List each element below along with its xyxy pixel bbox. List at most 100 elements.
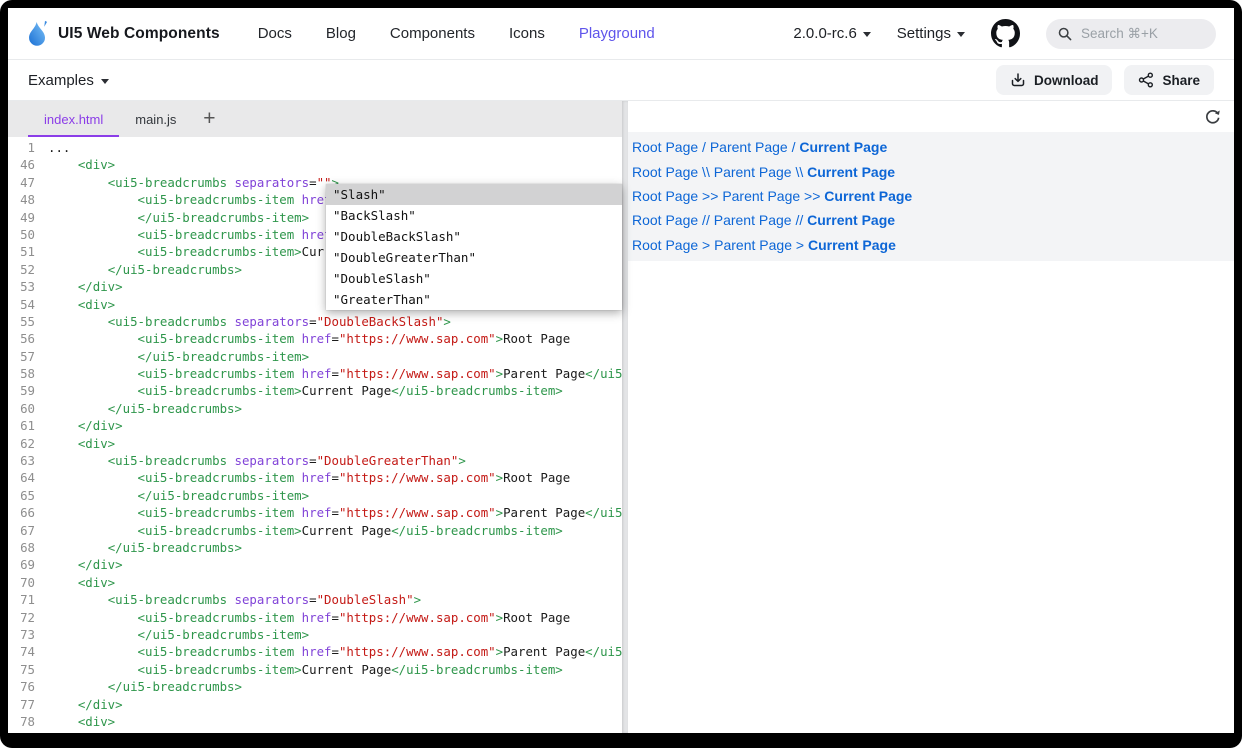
code-line: 58 <ui5-breadcrumbs-item href="https://w… bbox=[8, 365, 622, 382]
code-line: 62 <div> bbox=[8, 435, 622, 452]
breadcrumb-link[interactable]: Parent Page bbox=[722, 188, 800, 204]
code-line: 60 </ui5-breadcrumbs> bbox=[8, 400, 622, 417]
version-label: 2.0.0-rc.6 bbox=[793, 25, 856, 42]
breadcrumb-separator: > bbox=[698, 237, 714, 253]
breadcrumb-link[interactable]: Root Page bbox=[632, 188, 698, 204]
code-line-text: </div> bbox=[48, 556, 123, 573]
brand-home-link[interactable]: UI5 Web Components bbox=[26, 19, 220, 49]
search-input[interactable] bbox=[1079, 25, 1189, 42]
line-number: 1 bbox=[8, 139, 48, 156]
add-file-tab-button[interactable]: + bbox=[192, 101, 226, 137]
chevron-down-icon bbox=[957, 32, 965, 37]
share-button[interactable]: Share bbox=[1124, 65, 1214, 95]
code-line: 65 </ui5-breadcrumbs-item> bbox=[8, 487, 622, 504]
line-number: 48 bbox=[8, 191, 48, 208]
version-dropdown[interactable]: 2.0.0-rc.6 bbox=[793, 25, 870, 42]
line-number: 67 bbox=[8, 522, 48, 539]
code-line: 61 </div> bbox=[8, 417, 622, 434]
line-number: 77 bbox=[8, 696, 48, 713]
breadcrumb-link[interactable]: Parent Page bbox=[714, 164, 792, 180]
code-line-text: </ui5-breadcrumbs-item> bbox=[48, 626, 309, 643]
code-line: 56 <ui5-breadcrumbs-item href="https://w… bbox=[8, 330, 622, 347]
breadcrumb-link[interactable]: Root Page bbox=[632, 212, 698, 228]
breadcrumb-current-page: Current Page bbox=[799, 139, 887, 155]
line-number: 55 bbox=[8, 313, 48, 330]
breadcrumb-separator: \\ bbox=[792, 164, 808, 180]
code-line-text: <ui5-breadcrumbs separators="DoubleSlash… bbox=[48, 591, 421, 608]
breadcrumb-separator: \\ bbox=[698, 164, 714, 180]
breadcrumb-link[interactable]: Root Page bbox=[632, 164, 698, 180]
github-link[interactable] bbox=[991, 19, 1020, 48]
editor-tab-index-html[interactable]: index.html bbox=[28, 101, 119, 137]
code-line-text: </ui5-breadcrumbs> bbox=[48, 539, 242, 556]
code-line-text: <div> bbox=[48, 435, 115, 452]
code-line-text: </ui5-breadcrumbs-item> bbox=[48, 348, 309, 365]
autocomplete-option[interactable]: "DoubleSlash" bbox=[326, 268, 622, 289]
autocomplete-option[interactable]: "BackSlash" bbox=[326, 205, 622, 226]
ui5-flame-logo-icon bbox=[26, 19, 49, 49]
editor-tab-main-js[interactable]: main.js bbox=[119, 101, 192, 137]
line-number: 72 bbox=[8, 609, 48, 626]
share-icon bbox=[1138, 72, 1154, 88]
breadcrumb-row: Root Page \\ Parent Page \\ Current Page bbox=[632, 159, 1234, 183]
line-number: 70 bbox=[8, 574, 48, 591]
breadcrumb-current-page: Current Page bbox=[807, 212, 895, 228]
nav-link-blog[interactable]: Blog bbox=[326, 25, 356, 42]
refresh-icon[interactable] bbox=[1204, 108, 1221, 125]
line-number: 64 bbox=[8, 469, 48, 486]
line-number: 73 bbox=[8, 626, 48, 643]
code-line-text: <div> bbox=[48, 296, 115, 313]
code-line: 1... bbox=[8, 139, 622, 156]
breadcrumb-row: Root Page >> Parent Page >> Current Page bbox=[632, 184, 1234, 208]
line-number: 53 bbox=[8, 278, 48, 295]
line-number: 51 bbox=[8, 243, 48, 260]
code-line: 57 </ui5-breadcrumbs-item> bbox=[8, 348, 622, 365]
code-line: 64 <ui5-breadcrumbs-item href="https://w… bbox=[8, 469, 622, 486]
code-line: 70 <div> bbox=[8, 574, 622, 591]
breadcrumb-current-page: Current Page bbox=[808, 237, 896, 253]
autocomplete-option[interactable]: "Slash" bbox=[326, 184, 622, 205]
settings-dropdown[interactable]: Settings bbox=[897, 25, 965, 42]
breadcrumb-link[interactable]: Parent Page bbox=[710, 139, 788, 155]
nav-link-playground[interactable]: Playground bbox=[579, 25, 655, 42]
breadcrumb-link[interactable]: Root Page bbox=[632, 139, 698, 155]
breadcrumbs-preview-area: Root Page / Parent Page / Current PageRo… bbox=[628, 132, 1234, 261]
code-line-text: <div> bbox=[48, 574, 115, 591]
chevron-down-icon bbox=[863, 32, 871, 37]
line-number: 62 bbox=[8, 435, 48, 452]
breadcrumb-separator: >> bbox=[800, 188, 824, 204]
download-button[interactable]: Download bbox=[996, 65, 1113, 95]
line-number: 59 bbox=[8, 382, 48, 399]
breadcrumb-link[interactable]: Parent Page bbox=[714, 237, 792, 253]
nav-link-docs[interactable]: Docs bbox=[258, 25, 292, 42]
line-number: 69 bbox=[8, 556, 48, 573]
code-line: 59 <ui5-breadcrumbs-item>Current Page</u… bbox=[8, 382, 622, 399]
preview-toolbar bbox=[628, 101, 1234, 132]
code-line-text: </ui5-breadcrumbs> bbox=[48, 678, 242, 695]
breadcrumb-separator: >> bbox=[698, 188, 722, 204]
line-number: 50 bbox=[8, 226, 48, 243]
download-label: Download bbox=[1034, 73, 1099, 88]
breadcrumb-row: Root Page // Parent Page // Current Page bbox=[632, 208, 1234, 232]
autocomplete-option[interactable]: "GreaterThan" bbox=[326, 289, 622, 310]
line-number: 49 bbox=[8, 209, 48, 226]
code-line-text: <ui5-breadcrumbs-item href="https://www.… bbox=[48, 504, 622, 521]
autocomplete-option[interactable]: "DoubleGreaterThan" bbox=[326, 247, 622, 268]
line-number: 63 bbox=[8, 452, 48, 469]
breadcrumb-link[interactable]: Root Page bbox=[632, 237, 698, 253]
line-number: 75 bbox=[8, 661, 48, 678]
autocomplete-option[interactable]: "DoubleBackSlash" bbox=[326, 226, 622, 247]
preview-pane: Root Page / Parent Page / Current PageRo… bbox=[628, 101, 1234, 733]
code-line-text: </div> bbox=[48, 696, 123, 713]
nav-link-icons[interactable]: Icons bbox=[509, 25, 545, 42]
window-frame: UI5 Web Components Docs Blog Components Ico… bbox=[0, 0, 1242, 748]
breadcrumb-link[interactable]: Parent Page bbox=[714, 212, 792, 228]
breadcrumb-current-page: Current Page bbox=[824, 188, 912, 204]
code-line: 73 </ui5-breadcrumbs-item> bbox=[8, 626, 622, 643]
code-line-text: <div> bbox=[48, 713, 115, 730]
line-number: 68 bbox=[8, 539, 48, 556]
code-line-text: <ui5-breadcrumbs separators="DoubleBackS… bbox=[48, 313, 451, 330]
nav-link-components[interactable]: Components bbox=[390, 25, 475, 42]
examples-dropdown[interactable]: Examples bbox=[28, 72, 109, 89]
code-line-text: <ui5-breadcrumbs-item href="https://www.… bbox=[48, 330, 570, 347]
